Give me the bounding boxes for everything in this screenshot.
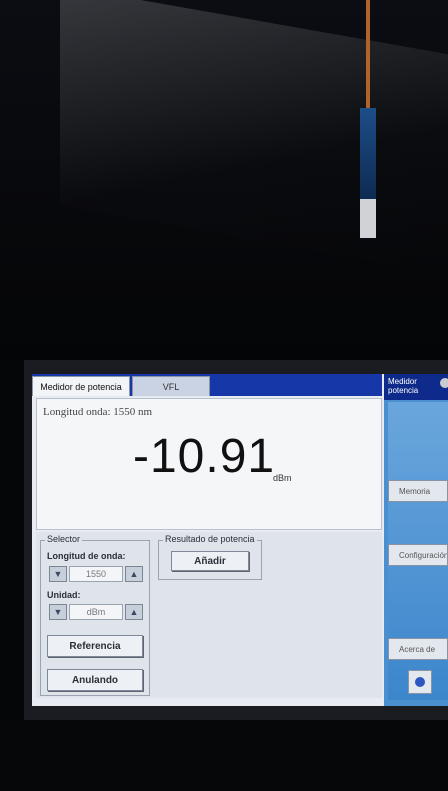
cancel-button[interactable]: Anulando <box>47 669 143 691</box>
fiber-connector <box>360 108 376 238</box>
power-unit: dBm <box>273 473 292 483</box>
wavelength-field-label: Longitud de onda: <box>47 551 126 561</box>
up-triangle-icon: ▲ <box>129 569 139 579</box>
reference-button[interactable]: Referencia <box>47 635 143 657</box>
unit-spinner: ▼ dBm ▲ <box>49 604 143 620</box>
right-sidebar: Medidor potencia Memoria Configuración A… <box>384 374 448 706</box>
unit-field-label: Unidad: <box>47 590 81 600</box>
memory-button[interactable]: Memoria <box>388 480 448 502</box>
down-triangle-icon: ▼ <box>53 607 63 617</box>
help-button[interactable] <box>408 670 432 694</box>
unit-down-button[interactable]: ▼ <box>49 604 67 620</box>
power-value: -10.91 <box>133 430 276 483</box>
wavelength-down-button[interactable]: ▼ <box>49 566 67 582</box>
power-result-title: Resultado de potencia <box>163 534 257 544</box>
tab-vfl[interactable]: VFL <box>132 376 210 396</box>
unit-value[interactable]: dBm <box>69 604 123 620</box>
gear-icon[interactable] <box>440 378 448 388</box>
about-button[interactable]: Acerca de <box>388 638 448 660</box>
background-floor <box>0 720 448 791</box>
tab-bar: Medidor de potencia VFL <box>32 374 382 396</box>
configuration-button[interactable]: Configuración <box>388 544 448 566</box>
power-result-group: Resultado de potencia Añadir <box>158 534 262 580</box>
wavelength-readout: Longitud onda: 1550 nm <box>43 406 153 418</box>
up-triangle-icon: ▲ <box>129 607 139 617</box>
selector-group: Selector Longitud de onda: ▼ 1550 ▲ Unid… <box>40 534 150 696</box>
wavelength-spinner: ▼ 1550 ▲ <box>49 566 143 582</box>
down-triangle-icon: ▼ <box>53 569 63 579</box>
wavelength-up-button[interactable]: ▲ <box>125 566 143 582</box>
fiber-cable <box>366 0 370 110</box>
wavelength-value[interactable]: 1550 <box>69 566 123 582</box>
power-readout-panel: Longitud onda: 1550 nm -10.91 dBm <box>36 398 382 530</box>
controls-area: Selector Longitud de onda: ▼ 1550 ▲ Unid… <box>36 532 382 698</box>
device-screen: Medidor de potencia VFL Longitud onda: 1… <box>32 374 448 706</box>
sidebar-header: Medidor potencia <box>384 374 448 400</box>
unit-up-button[interactable]: ▲ <box>125 604 143 620</box>
tab-power-meter[interactable]: Medidor de potencia <box>32 376 130 396</box>
help-icon <box>415 677 425 687</box>
selector-title: Selector <box>45 534 83 544</box>
add-button[interactable]: Añadir <box>171 551 249 571</box>
